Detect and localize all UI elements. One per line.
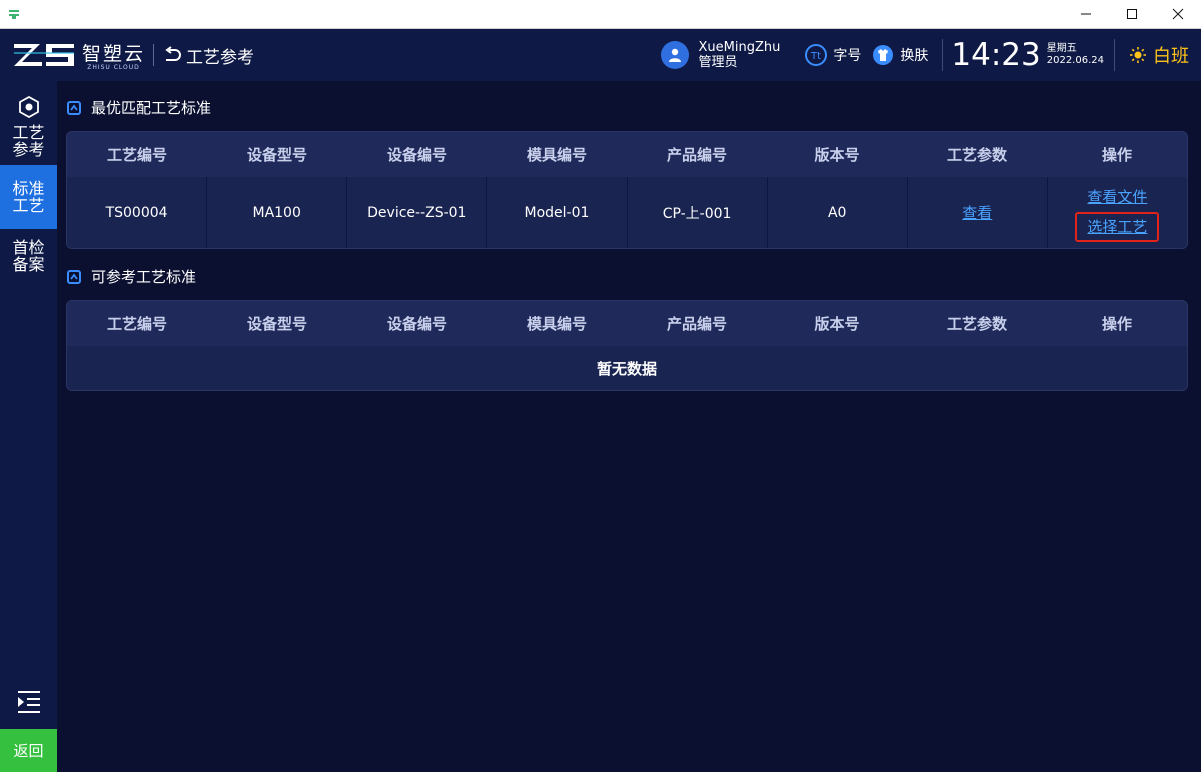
header-divider [153,44,155,66]
user-role: 管理员 [698,55,738,70]
column-header: 设备型号 [246,146,307,164]
return-button[interactable]: 返回 [0,729,57,772]
cell-operations: 查看文件 选择工艺 [1046,177,1187,248]
app-header: 智塑云 ZHISU CLOUD 工艺参考 XueMingZhu 管理员 Tt 字… [0,29,1201,81]
sidebar-item-first-inspection[interactable]: 首检备案 [0,231,57,281]
column-header: 工艺参数 [946,315,1007,333]
skin-label: 换肤 [900,48,929,64]
shift-label: 白班 [1153,46,1189,67]
avatar[interactable] [660,41,689,69]
view-params-link[interactable]: 查看 [962,202,992,223]
font-size-button[interactable]: Tt 字号 [804,43,861,67]
user-name: XueMingZhu [698,40,781,55]
best-match-table: 工艺编号 设备型号 设备编号 模具编号 产品编号 版本号 工艺参数 操作 TS0… [66,131,1188,249]
header-separator [1114,39,1115,71]
page-title: 工艺参考 [186,47,255,68]
app-icon [6,6,22,22]
best-match-section-title: 最优匹配工艺标准 [67,97,211,118]
sidebar-item-process-reference[interactable]: 工艺参考 [0,89,57,165]
weekday: 星期五 [1046,43,1077,54]
clock-time: 14:23 [951,37,1041,73]
column-header: 版本号 [814,315,860,333]
column-header: 模具编号 [526,315,587,333]
column-header: 模具编号 [526,146,587,164]
sidebar-item-label: 工艺参考 [12,123,45,159]
column-header: 产品编号 [666,315,727,333]
logo-icon [14,44,74,66]
font-size-icon: Tt [805,44,828,66]
column-header: 产品编号 [666,146,727,164]
column-header: 设备编号 [386,146,447,164]
collapse-menu-icon[interactable] [14,689,44,715]
section-title-text: 最优匹配工艺标准 [91,99,212,117]
maximize-button[interactable] [1109,0,1155,29]
select-process-link[interactable]: 选择工艺 [1075,211,1160,242]
skin-button[interactable]: 换肤 [871,43,928,67]
column-header: 操作 [1101,146,1132,164]
empty-state: 暂无数据 [67,346,1187,390]
table-row: TS00004 MA100 Device--ZS-01 Model-01 CP-… [67,177,1187,248]
user-info: XueMingZhu 管理员 [699,40,781,70]
column-header: 工艺编号 [106,146,167,164]
cell-mold-no: Model-01 [486,177,626,248]
shift-indicator[interactable]: 白班 [1129,42,1189,68]
cell-device-model: MA100 [206,177,346,248]
column-header: 设备型号 [246,315,307,333]
reference-table: 工艺编号 设备型号 设备编号 模具编号 产品编号 版本号 工艺参数 操作 暂无数… [66,300,1188,391]
back-arrow-icon [165,46,181,61]
cell-version: A0 [766,177,907,248]
user-icon [668,48,681,62]
section-icon [67,269,81,284]
view-file-link[interactable]: 查看文件 [1087,184,1147,210]
brand-name: 智塑云 [82,43,146,65]
sidebar-item-standard-process[interactable]: 标准工艺 [0,165,57,229]
brand: 智塑云 ZHISU CLOUD [82,39,145,71]
column-header: 版本号 [814,146,860,164]
sidebar-item-label: 首检备案 [12,238,45,274]
cell-params: 查看 [906,177,1047,248]
section-title-text: 可参考工艺标准 [91,268,197,286]
hexagon-icon [18,96,39,118]
reference-section-title: 可参考工艺标准 [67,266,196,287]
column-header: 设备编号 [386,315,447,333]
minimize-button[interactable] [1063,0,1109,29]
sun-icon [1130,47,1146,63]
sidebar-item-label: 标准工艺 [12,179,45,215]
table-header: 工艺编号 设备型号 设备编号 模具编号 产品编号 版本号 工艺参数 操作 [67,132,1187,177]
cell-device-no: Device--ZS-01 [346,177,486,248]
section-icon [67,100,81,115]
cell-process-no: TS00004 [105,204,168,221]
svg-text:Tt: Tt [810,51,821,62]
column-header: 工艺编号 [106,315,167,333]
date: 2022.06.24 [1046,55,1104,66]
date-block: 星期五 2022.06.24 [1047,43,1104,67]
brand-subtitle: ZHISU CLOUD [87,64,140,71]
window-titlebar [0,0,1201,29]
back-button[interactable]: 工艺参考 [162,43,254,68]
sidebar: 工艺参考 标准工艺 首检备案 返回 [0,81,57,772]
shirt-icon [873,45,894,65]
cell-product-no: CP-上-001 [626,177,767,248]
header-separator [942,39,944,71]
column-header: 工艺参数 [946,146,1007,164]
font-size-label: 字号 [833,48,862,64]
close-window-button[interactable] [1155,0,1201,29]
table-header: 工艺编号 设备型号 设备编号 模具编号 产品编号 版本号 工艺参数 操作 [67,301,1187,346]
main-content: 最优匹配工艺标准 工艺编号 设备型号 设备编号 模具编号 产品编号 版本号 工艺… [57,81,1201,772]
column-header: 操作 [1101,315,1132,333]
